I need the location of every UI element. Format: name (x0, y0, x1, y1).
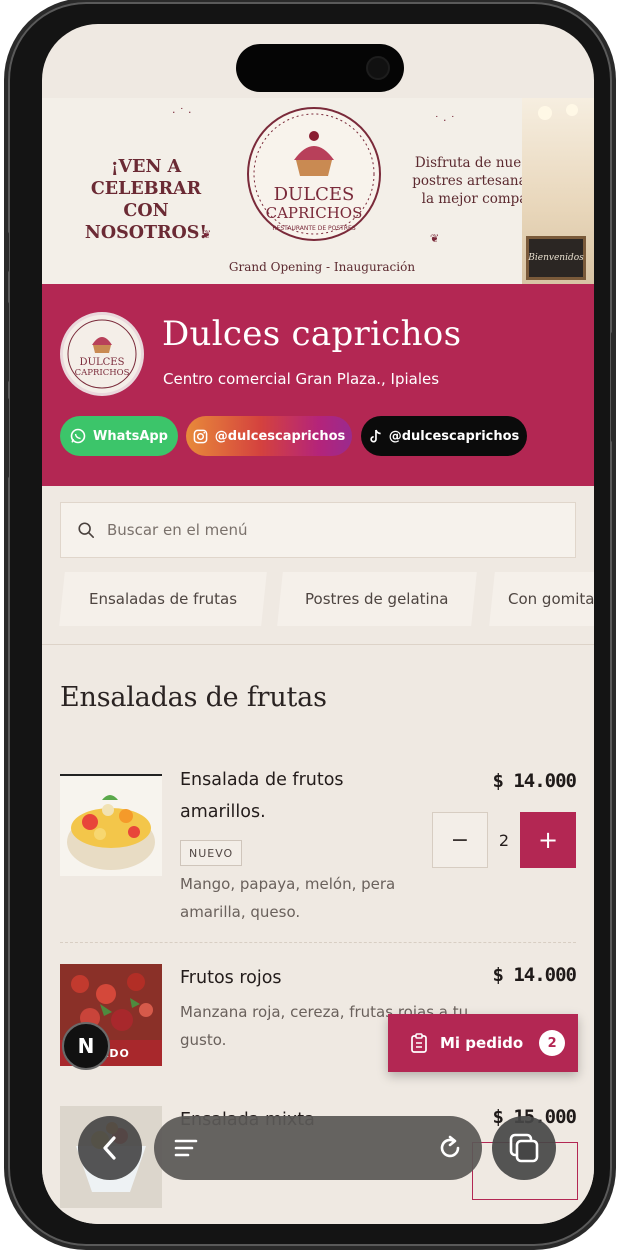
item-price: $ 14.000 (492, 770, 577, 792)
item-separator (60, 942, 576, 943)
whatsapp-button[interactable]: WhatsApp (60, 416, 178, 456)
menu-content: Ensaladas de frutas Postres de gelatina … (42, 486, 594, 1224)
banner-logo-line2: CAPRICHOS (266, 204, 363, 222)
phone-volume-down (4, 398, 9, 478)
quantity-stepper: − 2 + (432, 812, 576, 868)
store-logo-line2: CAPRICHOS (75, 368, 130, 378)
tabs-icon (509, 1133, 539, 1163)
item-photo (60, 774, 162, 876)
item-price: $ 14.000 (492, 964, 577, 986)
camera-icon (366, 56, 390, 80)
instagram-icon (193, 429, 208, 443)
my-order-button[interactable]: Mi pedido 2 (388, 1014, 578, 1072)
phone-frame: · ˙ · ˙ · ˙ ❦ ❦ ¡VEN A CELEBRAR CON NOSO… (4, 2, 616, 1246)
category-tab-gomita[interactable]: Con gomita (489, 572, 594, 626)
banner-logo-subtitle: RESTAURANTE DE POSTRES (272, 225, 355, 232)
cupcake-emblem-icon: DULCES CAPRICHOS RESTAURANTE DE POSTRES (247, 107, 381, 241)
store-name: Dulces caprichos (162, 314, 462, 354)
address-bar[interactable] (154, 1116, 482, 1180)
welcome-board: Bienvenidos (526, 236, 586, 280)
increase-button[interactable]: + (520, 812, 576, 868)
tiktok-label: @dulcescaprichos (388, 428, 520, 444)
banner-headline: ¡VEN A CELEBRAR CON NOSOTROS! (66, 156, 226, 244)
screen: · ˙ · ˙ · ˙ ❦ ❦ ¡VEN A CELEBRAR CON NOSO… (42, 24, 594, 1224)
whatsapp-icon (70, 428, 86, 444)
item-name: Frutos rojos (180, 968, 282, 988)
item-description-line2: amarilla, queso. (180, 903, 301, 921)
search-bar[interactable] (60, 502, 576, 558)
category-tab-label: Con gomita (508, 590, 594, 608)
search-icon (78, 522, 95, 539)
whatsapp-label: WhatsApp (93, 428, 168, 444)
item-description: Mango, papaya, melón, pera amarilla, que… (180, 870, 510, 926)
category-tab-ensaladas[interactable]: Ensaladas de frutas (59, 572, 267, 626)
new-badge: NUEVO (180, 840, 243, 866)
category-tabs: Ensaladas de frutas Postres de gelatina … (42, 572, 594, 628)
app-shortcut-badge[interactable]: N (62, 1022, 110, 1070)
reload-icon[interactable] (436, 1134, 464, 1162)
decor-sparkle: · ˙ · (172, 106, 192, 119)
chevron-left-icon (103, 1136, 116, 1160)
category-tab-gelatina[interactable]: Postres de gelatina (277, 572, 477, 626)
item-name-line2: amarillos. (180, 802, 266, 822)
store-logo: DULCES CAPRICHOS (60, 312, 144, 396)
store-logo-line1: DULCES (80, 357, 125, 368)
store-logo-emblem-icon: DULCES CAPRICHOS (67, 319, 137, 389)
search-input[interactable] (107, 515, 547, 545)
order-count-badge: 2 (539, 1030, 566, 1056)
phone-volume-up (4, 302, 9, 382)
banner-headline-line2: CON NOSOTROS! (84, 201, 208, 243)
item-name: Ensalada de frutos amarillos. (180, 764, 380, 828)
store-header: DULCES CAPRICHOS Dulces caprichos Centro… (42, 284, 594, 486)
banner-headline-line1: ¡VEN A CELEBRAR (90, 157, 202, 199)
light-bulb-icon (538, 106, 552, 120)
item-name-line1: Ensalada de frutos (180, 770, 344, 790)
banner-logo-line1: DULCES (274, 184, 355, 205)
dynamic-island (236, 44, 404, 92)
category-tab-label: Ensaladas de frutas (88, 590, 237, 608)
decor-sparkle: ❦ (430, 232, 440, 245)
category-tab-label: Postres de gelatina (305, 590, 449, 608)
banner-logo: DULCES CAPRICHOS RESTAURANTE DE POSTRES (244, 102, 384, 256)
menu-item[interactable]: Ensalada de frutos amarillos. $ 14.000 N… (42, 748, 594, 938)
light-bulb-icon (566, 104, 578, 116)
item-description-line1: Mango, papaya, melón, pera (180, 875, 396, 893)
my-order-label: Mi pedido (440, 1034, 524, 1052)
decrease-button[interactable]: − (432, 812, 488, 868)
tiktok-button[interactable]: @dulcescaprichos (361, 416, 527, 456)
instagram-label: @dulcescaprichos (214, 428, 346, 444)
banner-opening: Grand Opening - Inauguración (228, 260, 416, 274)
tiktok-icon (370, 429, 381, 443)
phone-power-button (611, 332, 616, 442)
clipboard-icon (411, 1033, 427, 1053)
quantity-value: 2 (498, 830, 510, 850)
fruit-salad-image (67, 795, 155, 870)
promo-banner: · ˙ · ˙ · ˙ ❦ ❦ ¡VEN A CELEBRAR CON NOSO… (42, 98, 594, 284)
instagram-button[interactable]: @dulcescaprichos (186, 416, 352, 456)
tabs-button[interactable] (492, 1116, 556, 1180)
decor-sparkle: ˙ · ˙ (434, 114, 456, 127)
section-title: Ensaladas de frutas (60, 682, 327, 713)
store-address: Centro comercial Gran Plaza., Ipiales (163, 370, 440, 388)
divider (42, 644, 594, 645)
back-button[interactable] (78, 1116, 142, 1180)
phone-side-button (4, 232, 9, 272)
menu-icon[interactable] (174, 1136, 200, 1160)
